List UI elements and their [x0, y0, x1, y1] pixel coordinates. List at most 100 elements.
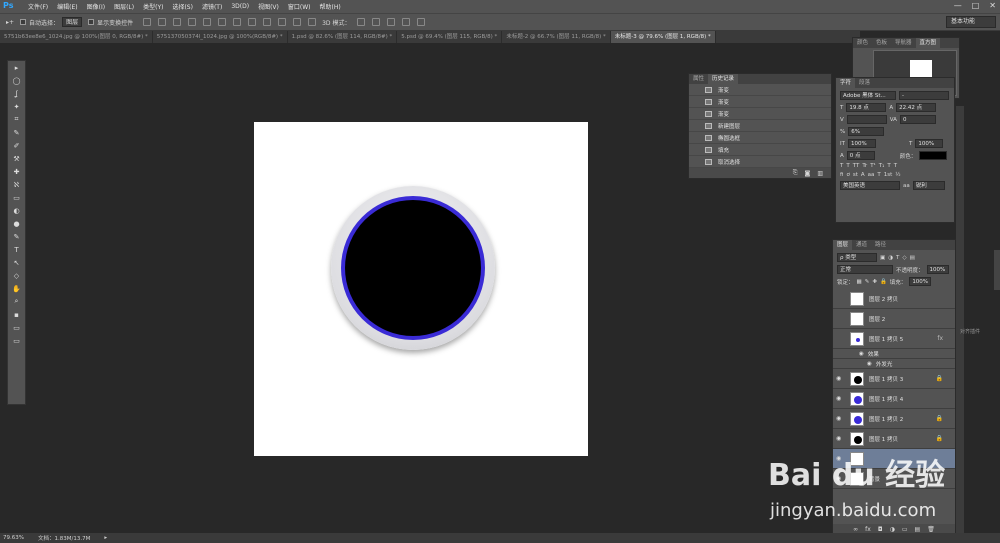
- close-button[interactable]: ✕: [989, 1, 996, 10]
- distribute-left-icon[interactable]: [278, 18, 287, 26]
- faux-italic-button[interactable]: T: [846, 163, 849, 169]
- blur-tool-icon[interactable]: ◐: [8, 204, 25, 217]
- eyedropper-tool-icon[interactable]: ✎: [8, 126, 25, 139]
- lock-move-icon[interactable]: ✚: [872, 279, 877, 285]
- strikethrough-button[interactable]: T: [894, 163, 897, 169]
- pen-tool-icon[interactable]: ✎: [8, 230, 25, 243]
- distribute-bottom-icon[interactable]: [263, 18, 272, 26]
- distribute-hcenter-icon[interactable]: [293, 18, 302, 26]
- 3d-slide-icon[interactable]: [402, 18, 411, 26]
- history-item[interactable]: 椭圆选框: [689, 132, 831, 144]
- vscale-field[interactable]: 100%: [847, 139, 876, 148]
- percent-field[interactable]: 6%: [848, 127, 885, 136]
- effects-eye-icon[interactable]: ◉: [859, 351, 864, 357]
- language-dropdown[interactable]: 美国英语: [840, 181, 900, 190]
- history-item[interactable]: 渐变: [689, 96, 831, 108]
- new-layer-icon[interactable]: ▤: [915, 526, 921, 533]
- stylistic-icon[interactable]: A: [861, 172, 865, 178]
- ellipse-marquee-tool-icon[interactable]: ◯: [8, 74, 25, 87]
- auto-select-dropdown[interactable]: 图层: [62, 17, 83, 27]
- half-icon[interactable]: ½: [895, 172, 900, 178]
- tab-properties[interactable]: 属性: [689, 74, 708, 84]
- lock-all-icon[interactable]: 🔒: [880, 279, 887, 285]
- menu-file[interactable]: 文件(F): [28, 2, 48, 11]
- tab-channels[interactable]: 通道: [852, 240, 871, 250]
- tab-swatches[interactable]: 色板: [872, 38, 891, 48]
- tab-layers[interactable]: 图层: [833, 240, 853, 250]
- font-family-dropdown[interactable]: Adobe 黑体 St...: [840, 91, 896, 100]
- subscript-button[interactable]: T₁: [879, 163, 885, 169]
- status-menu-arrow-icon[interactable]: ▸: [104, 535, 107, 541]
- shape-tool-icon[interactable]: ◇: [8, 269, 25, 282]
- screen-mode-icon[interactable]: ▭: [8, 334, 25, 347]
- layer-fx-icon[interactable]: fx: [937, 335, 943, 342]
- snapshot-icon[interactable]: ◙: [805, 170, 811, 177]
- ligature-icon[interactable]: fi: [840, 172, 843, 178]
- layer-row[interactable]: 图层 2: [833, 309, 955, 329]
- collapsed-panel-strip[interactable]: [994, 250, 1000, 290]
- menu-filter[interactable]: 滤镜(T): [202, 2, 222, 11]
- eye-icon[interactable]: ◉: [836, 395, 844, 402]
- menu-help[interactable]: 帮助(H): [320, 2, 341, 11]
- tab-paths[interactable]: 路径: [871, 240, 890, 250]
- eraser-tool-icon[interactable]: ℵ: [8, 178, 25, 191]
- doc-tab[interactable]: 575137050374l_1024.jpg @ 100%(RGB/8#) *: [153, 31, 288, 43]
- antialias-dropdown[interactable]: 锐利: [912, 181, 945, 190]
- faux-bold-button[interactable]: T: [840, 163, 843, 169]
- titling-icon[interactable]: aa: [868, 172, 875, 178]
- history-item[interactable]: 新建图层: [689, 120, 831, 132]
- crop-tool-icon[interactable]: ⌗: [8, 113, 25, 126]
- font-style-dropdown[interactable]: -: [899, 91, 949, 100]
- align-hcenter-icon[interactable]: [203, 18, 212, 26]
- blend-mode-dropdown[interactable]: 正常: [837, 265, 893, 274]
- ordinals-icon[interactable]: T: [877, 172, 880, 178]
- history-item[interactable]: 取消选择: [689, 156, 831, 168]
- fx-icon[interactable]: fx: [865, 526, 871, 533]
- magic-wand-tool-icon[interactable]: ✦: [8, 100, 25, 113]
- eye-icon[interactable]: ◉: [836, 415, 844, 422]
- group-icon[interactable]: ▭: [902, 526, 908, 533]
- all-caps-button[interactable]: TT: [853, 163, 860, 169]
- align-vcenter-icon[interactable]: [158, 18, 167, 26]
- small-caps-button[interactable]: Tr: [862, 163, 867, 169]
- menu-window[interactable]: 窗口(W): [288, 2, 311, 11]
- align-bottom-icon[interactable]: [173, 18, 182, 26]
- layer-row[interactable]: ◉ 图层 1 拷贝 🔒: [833, 429, 955, 449]
- tab-color[interactable]: 颜色: [853, 38, 872, 48]
- distribute-vcenter-icon[interactable]: [248, 18, 257, 26]
- text-color-swatch[interactable]: [919, 151, 948, 160]
- 3d-pan-icon[interactable]: [387, 18, 396, 26]
- healing-brush-tool-icon[interactable]: ✐: [8, 139, 25, 152]
- menu-view[interactable]: 视图(V): [258, 2, 279, 11]
- swash-icon[interactable]: st: [853, 172, 858, 178]
- filter-pixel-icon[interactable]: ▣: [880, 255, 885, 261]
- align-top-icon[interactable]: [143, 18, 152, 26]
- leading-field[interactable]: 22.42 点: [896, 103, 937, 112]
- distribute-right-icon[interactable]: [308, 18, 317, 26]
- show-transform-checkbox[interactable]: [88, 19, 95, 25]
- layer-row[interactable]: 图层 1 拷贝 5 fx: [833, 329, 955, 349]
- menu-type[interactable]: 类型(Y): [143, 2, 163, 11]
- tab-character[interactable]: 字符: [836, 78, 856, 88]
- filter-shape-icon[interactable]: ◇: [902, 255, 906, 261]
- layer-effects-row[interactable]: ◉ 效果: [833, 349, 955, 359]
- tab-history[interactable]: 历史记录: [708, 74, 739, 84]
- link-layers-icon[interactable]: ∞: [853, 526, 858, 533]
- hscale-field[interactable]: 100%: [915, 139, 944, 148]
- eye-icon[interactable]: ◉: [836, 375, 844, 382]
- move-tool-indicator[interactable]: ▸+: [6, 19, 14, 26]
- adjustment-icon[interactable]: ◑: [890, 526, 895, 533]
- filter-adjust-icon[interactable]: ◑: [888, 255, 893, 261]
- menu-select[interactable]: 选择(S): [172, 2, 193, 11]
- filter-smart-icon[interactable]: ▤: [910, 255, 915, 261]
- doc-tab-active[interactable]: 未标题-3 @ 79.6% (图层 1, RGB/8) *: [610, 31, 716, 43]
- effect-eye-icon[interactable]: ◉: [867, 361, 872, 367]
- stamp-tool-icon[interactable]: ⚒: [8, 152, 25, 165]
- kerning-field[interactable]: [846, 115, 887, 124]
- type-tool-icon[interactable]: T: [8, 243, 25, 256]
- font-size-field[interactable]: 19.8 点: [846, 103, 887, 112]
- distribute-top-icon[interactable]: [233, 18, 242, 26]
- color-swatch-icon[interactable]: ▪: [8, 308, 25, 321]
- tab-histogram[interactable]: 直方图: [915, 38, 941, 48]
- layer-row[interactable]: ◉ 图层 1 拷贝 4: [833, 389, 955, 409]
